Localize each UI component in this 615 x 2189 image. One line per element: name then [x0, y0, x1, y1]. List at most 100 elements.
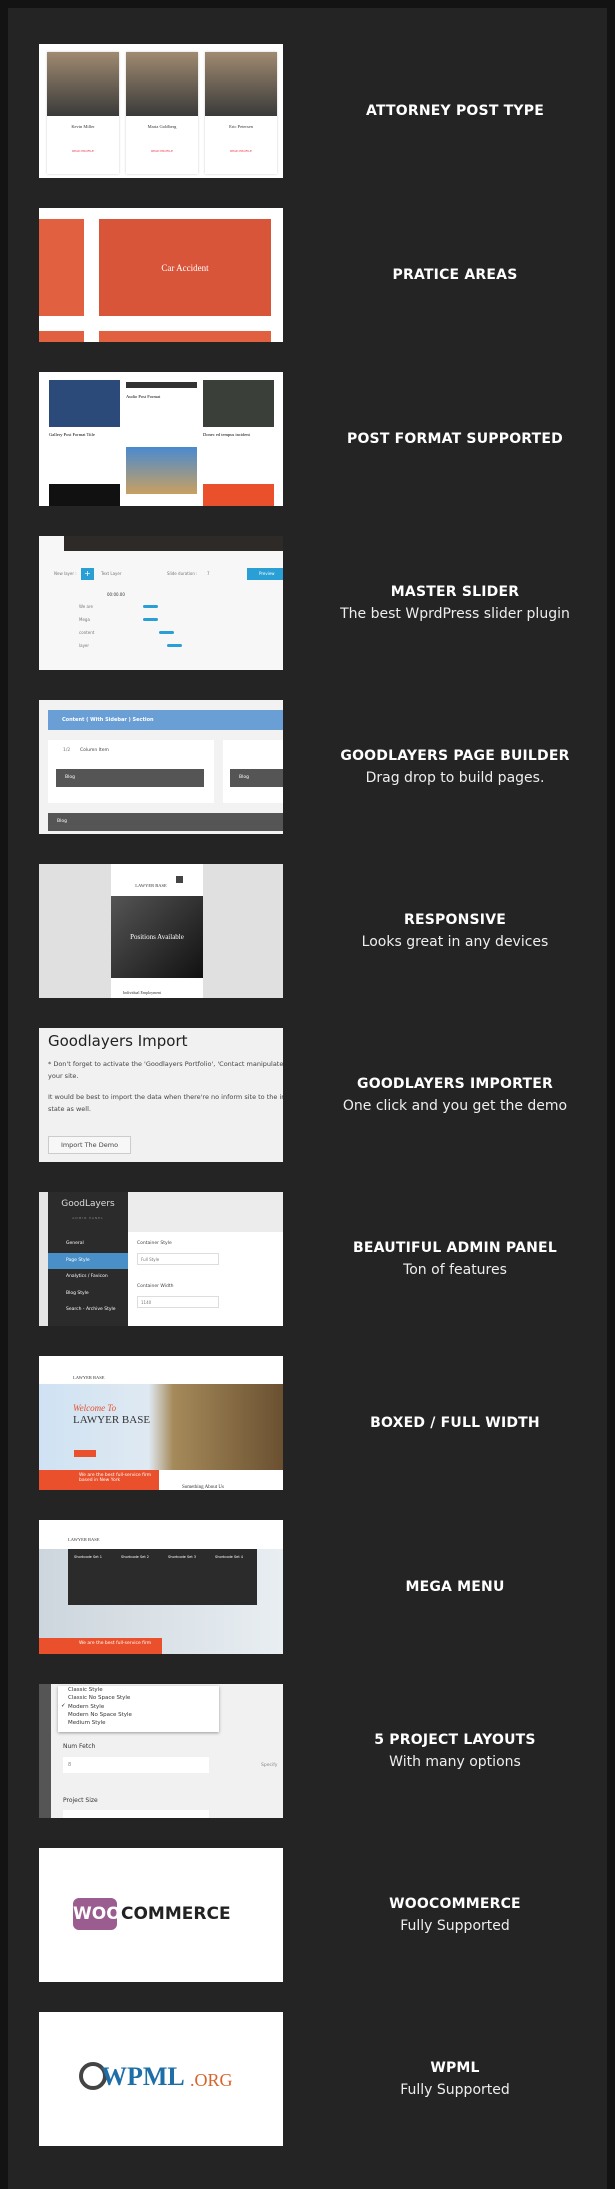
feature-subtitle: With many options [389, 1754, 521, 1770]
thumbnail-detail: Shortcode Set 1 [74, 1555, 103, 1559]
thumbnail-detail: Audio Post Format [126, 394, 161, 399]
thumbnail-detail [39, 536, 283, 670]
feature-title: WPML [430, 2060, 480, 2076]
thumbnail-detail [143, 618, 158, 621]
layout-option[interactable]: Modern No Space Style [68, 1712, 132, 1718]
wpml-thumbnail: WPML .ORG [39, 2012, 283, 2146]
layout-option[interactable]: Classic Style [68, 1687, 103, 1693]
thumbnail-detail: + [81, 568, 94, 580]
thumbnail-detail: Blog [48, 813, 283, 831]
thumbnail-detail [126, 447, 197, 494]
feature-title: ATTORNEY POST TYPE [366, 103, 544, 119]
thumbnail-detail: 1/2 [63, 748, 71, 753]
thumbnail-detail [39, 1192, 48, 1326]
feature-row-woocommerce: WOO COMMERCE WOOCOMMERCE Fully Supported [0, 1848, 615, 1982]
thumbnail-detail: Kevin Miller [71, 124, 95, 129]
thumbnail-detail: LAWYER BASE [68, 1537, 100, 1542]
thumbnail-detail [126, 382, 197, 388]
admin-menu-item[interactable]: Blog Style [48, 1286, 128, 1302]
feature-title: MEGA MENU [405, 1579, 505, 1595]
thumbnail-detail [47, 52, 119, 116]
admin-menu-item[interactable]: Search - Archive Style [48, 1302, 128, 1318]
thumbnail-detail: Individual Employment [123, 990, 162, 995]
thumbnail-detail: Eric Petersen [229, 124, 253, 129]
feature-row-boxed: LAWYER BASE Welcome To LAWYER BASE We ar… [0, 1356, 615, 1490]
layout-option[interactable]: Classic No Space Style [68, 1695, 130, 1701]
feature-title: MASTER SLIDER [390, 584, 520, 600]
thumbnail-detail: READ PROFILE [151, 149, 173, 153]
thumbnail-detail [128, 1192, 283, 1232]
thumbnail-detail [39, 1384, 283, 1470]
thumbnail-detail: Container Style [137, 1241, 172, 1246]
import-demo-button[interactable]: Import The Demo [48, 1136, 131, 1154]
thumbnail-detail: .ORG [190, 2070, 233, 2090]
thumbnail-detail: 1140 [137, 1296, 219, 1308]
thumbnail-detail: Specify [261, 1763, 278, 1768]
thumbnail-detail [64, 536, 283, 551]
thumbnail-detail: layer [79, 643, 90, 648]
attorney-card[interactable]: Maria Goldberg READ PROFILE [126, 52, 198, 174]
admin-menu-item[interactable]: General [48, 1236, 128, 1252]
attorney-card[interactable]: Kevin Miller READ PROFILE [47, 52, 119, 174]
layout-option[interactable]: Medium Style [68, 1720, 106, 1726]
thumbnail-detail: Preview [247, 568, 283, 580]
thumbnail-detail [99, 331, 271, 342]
feature-subtitle: One click and you get the demo [342, 1098, 568, 1114]
thumbnail-detail: Shortcode Set 3 [168, 1555, 197, 1559]
thumbnail-detail: content [79, 630, 95, 635]
thumbnail-detail [49, 484, 120, 506]
thumbnail-detail: Container Width [137, 1284, 174, 1289]
thumbnail-detail: Maria Goldberg [147, 124, 177, 129]
feature-row-admin-panel: GoodLayers ADMIN PANEL General Page Style… [0, 1192, 615, 1326]
thumbnail-detail [205, 52, 277, 116]
attorney-card[interactable]: Eric Petersen READ PROFILE [205, 52, 277, 174]
thumbnail-detail: 8 [63, 1757, 209, 1773]
feature-subtitle: Drag drop to build pages. [365, 770, 545, 786]
feature-title: PRATICE AREAS [392, 267, 518, 283]
thumbnail-detail: Mega [79, 617, 90, 622]
admin-menu-item[interactable]: Analytics / Favicon [48, 1269, 128, 1285]
thumbnail-detail [203, 380, 274, 427]
thumbnail-detail: * Don't forget to activate the 'Goodlaye… [48, 1060, 283, 1080]
thumbnail-detail [143, 605, 158, 608]
project-layouts-thumbnail: Classic Style Classic No Space Style Moder… [39, 1684, 283, 1818]
thumbnail-detail: COMMERCE [121, 1904, 231, 1924]
thumbnail-detail: Content ( With Sidebar ) Section [48, 710, 283, 730]
feature-row-wpml: WPML .ORG WPML Fully Supported [0, 2012, 615, 2146]
feature-row-attorney: Kevin Miller READ PROFILE Maria Goldberg RE… [0, 44, 615, 178]
thumbnail-detail: Positions Available [130, 933, 184, 941]
layout-option[interactable]: Modern Style [68, 1704, 104, 1710]
thumbnail-detail: Blog [230, 769, 283, 787]
thumbnail-detail: 7 [207, 571, 210, 576]
feature-title: BOXED / FULL WIDTH [370, 1415, 540, 1431]
thumbnail-detail: Goodlayers Import [48, 1032, 188, 1050]
practice-areas-thumbnail: Car Accident [39, 208, 283, 342]
feature-row-mega-menu: LAWYER BASE Shortcode Set 1 Shortcode Set… [0, 1520, 615, 1654]
feature-subtitle: Looks great in any devices [361, 934, 549, 950]
thumbnail-detail: Positions Available [111, 896, 203, 978]
thumbnail-detail: Kevin Miller READ PROFILE Maria Goldberg RE… [39, 44, 283, 178]
thumbnail-detail: LAWYER BASE [73, 1414, 151, 1426]
importer-thumbnail: Goodlayers Import * Don't forget to acti… [39, 1028, 283, 1162]
feature-row-practice-areas: Car Accident PRATICE AREAS [0, 208, 615, 342]
thumbnail-detail: LAWYER BASE [73, 1375, 105, 1380]
thumbnail-detail: We are the best full-service firm based … [39, 1470, 159, 1490]
mega-menu-thumbnail: LAWYER BASE Shortcode Set 1 Shortcode Set… [39, 1520, 283, 1654]
page-builder-thumbnail: Content ( With Sidebar ) Section 1/2 Col… [39, 700, 283, 834]
thumbnail-detail: LAWYER BASE [135, 883, 167, 888]
practice-title[interactable]: Car Accident [161, 263, 208, 273]
thumbnail-detail: Welcome To [73, 1403, 117, 1413]
thumbnail-detail: Something About Us [182, 1485, 224, 1490]
thumbnail-detail: Donec ed tempus incident [203, 432, 250, 437]
admin-menu-item[interactable]: Page Style [48, 1252, 128, 1269]
thumbnail-detail [49, 380, 120, 427]
feature-title: BEAUTIFUL ADMIN PANEL [353, 1240, 557, 1256]
boxed-thumbnail: LAWYER BASE Welcome To LAWYER BASE We ar… [39, 1356, 283, 1490]
thumbnail-detail [39, 219, 84, 316]
thumbnail-detail [63, 1810, 209, 1818]
thumbnail-detail: WPML [101, 2062, 185, 2091]
thumbnail-detail [39, 1684, 51, 1818]
feature-row-responsive: LAWYER BASE Positions Available Individu… [0, 864, 615, 998]
master-slider-thumbnail: New layer : + Text Layer Slide duration … [39, 536, 283, 670]
feature-subtitle: Fully Supported [400, 2082, 510, 2098]
